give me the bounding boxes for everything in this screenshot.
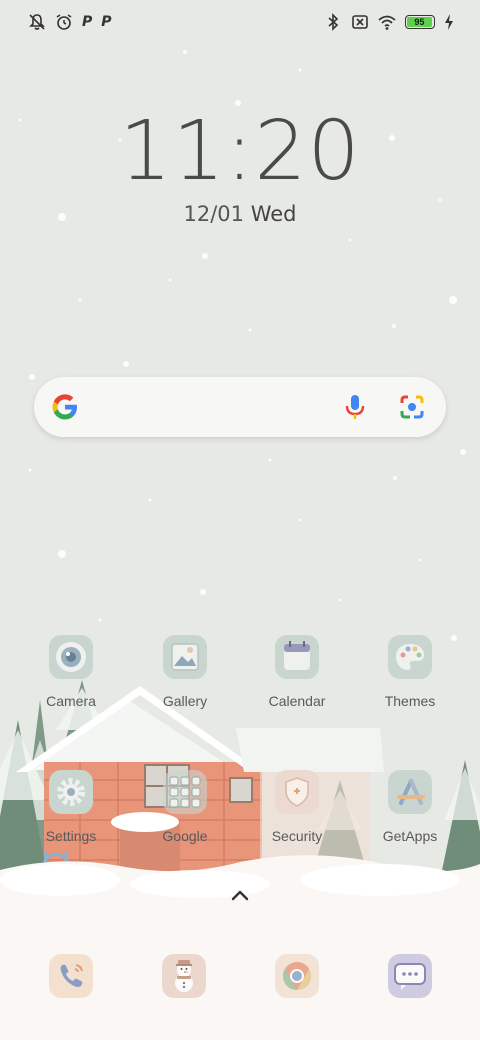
security-icon bbox=[274, 769, 320, 815]
getapps-icon bbox=[387, 769, 433, 815]
gallery-icon bbox=[162, 634, 208, 680]
chevron-up-icon[interactable] bbox=[229, 888, 251, 902]
app-label: Themes bbox=[384, 693, 436, 709]
snowman-icon[interactable] bbox=[161, 953, 207, 999]
app-getapps[interactable]: GetApps bbox=[355, 769, 465, 844]
app-security[interactable]: Security bbox=[242, 769, 352, 844]
battery-percent: 95 bbox=[414, 16, 425, 27]
google-logo-icon bbox=[52, 394, 77, 420]
charging-icon bbox=[444, 13, 454, 31]
themes-icon bbox=[387, 634, 433, 680]
status-bar: P P 95 bbox=[28, 10, 454, 34]
app-label: Google bbox=[162, 828, 208, 844]
google-search-bar[interactable] bbox=[34, 377, 446, 437]
date-text: 12/01 bbox=[183, 202, 245, 226]
app-gallery[interactable]: Gallery bbox=[130, 634, 240, 709]
app-label: Camera bbox=[46, 693, 96, 709]
app-calendar[interactable]: Calendar bbox=[242, 634, 352, 709]
clock-date[interactable]: 12/01 Wed bbox=[0, 202, 480, 226]
messages-icon[interactable] bbox=[387, 953, 433, 999]
home-screen: P P 95 11:20 12/01 Wed Camera Gallery Ca… bbox=[0, 0, 480, 1040]
wifi-icon bbox=[378, 13, 396, 31]
lens-icon[interactable] bbox=[398, 393, 426, 421]
weekday-text: Wed bbox=[250, 202, 297, 226]
app-themes[interactable]: Themes bbox=[355, 634, 465, 709]
app-label: Gallery bbox=[162, 693, 208, 709]
microphone-icon[interactable] bbox=[344, 393, 366, 421]
p-icon: P bbox=[82, 14, 93, 30]
app-settings[interactable]: Settings bbox=[16, 769, 126, 844]
camera-icon bbox=[48, 634, 94, 680]
calendar-icon bbox=[274, 634, 320, 680]
app-google-folder[interactable]: Google bbox=[130, 769, 240, 844]
google-folder-icon bbox=[162, 769, 208, 815]
app-label: Calendar bbox=[268, 693, 326, 709]
app-camera[interactable]: Camera bbox=[16, 634, 126, 709]
p-icon: P bbox=[101, 14, 112, 30]
alarm-icon bbox=[55, 13, 73, 31]
bluetooth-icon bbox=[324, 13, 342, 31]
no-sim-icon bbox=[351, 13, 369, 31]
clock-time[interactable]: 11:20 bbox=[0, 104, 480, 199]
notifications-off-icon bbox=[28, 13, 46, 31]
phone-icon[interactable] bbox=[48, 953, 94, 999]
app-label: GetApps bbox=[382, 828, 438, 844]
app-label: Security bbox=[271, 828, 323, 844]
app-label: Settings bbox=[45, 828, 97, 844]
battery-icon: 95 bbox=[405, 15, 435, 29]
chrome-icon[interactable] bbox=[274, 953, 320, 999]
battery-level: 95 bbox=[407, 17, 432, 27]
settings-icon bbox=[48, 769, 94, 815]
